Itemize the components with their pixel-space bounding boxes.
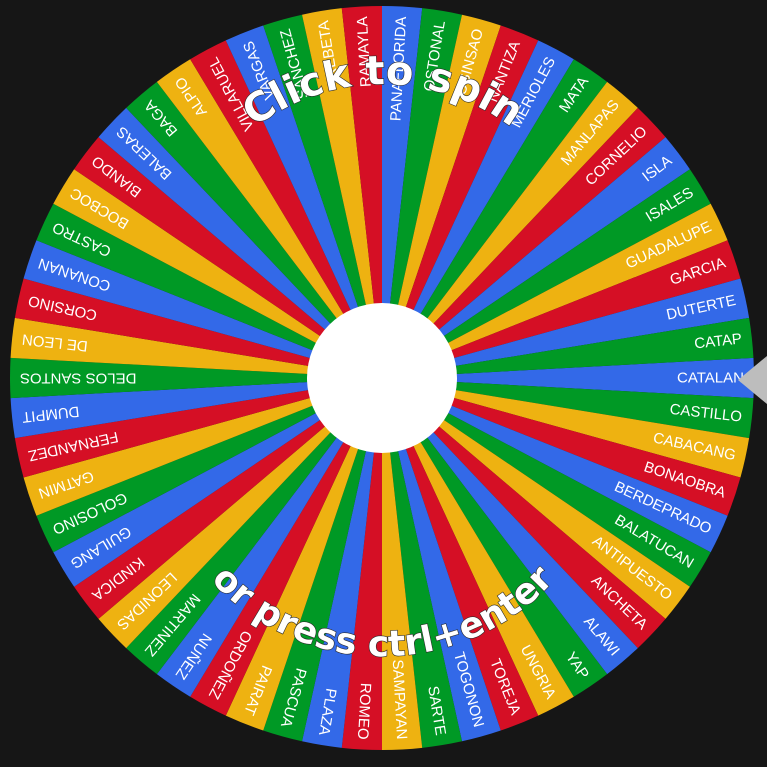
wheel-hub[interactable]: [307, 303, 457, 453]
wheel-slice-label: DELOS SANTOS: [20, 370, 136, 387]
wheel-slice-label: ROMEO: [354, 682, 374, 740]
wheel-slice-label: CATALAN: [677, 370, 744, 387]
spin-wheel[interactable]: CATALANCASTILLOCABACANGBONAOBRABERDEPRAD…: [0, 0, 767, 767]
wheel-stage: CATALAN CASTILLO CABACANG BONAOBRA BERDEPRAD…: [0, 0, 767, 767]
